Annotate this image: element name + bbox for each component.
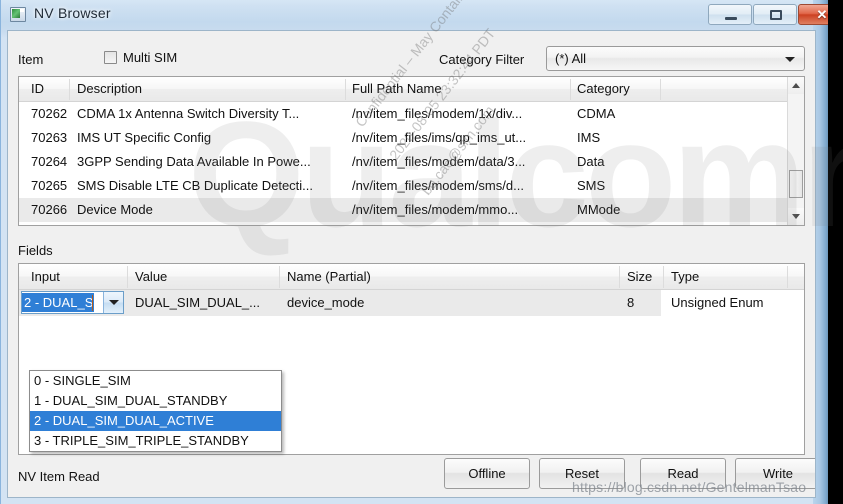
item-id-cell: 70262 bbox=[31, 106, 68, 121]
field-column-header[interactable]: Type bbox=[671, 269, 699, 284]
field-size-cell: 8 bbox=[627, 295, 635, 310]
item-id-cell: 70265 bbox=[31, 178, 68, 193]
item-section-label: Item bbox=[18, 52, 44, 67]
item-path-cell: /nv/item_files/modem/data/3... bbox=[352, 154, 526, 169]
input-dropdown-list[interactable]: 0 - SINGLE_SIM 1 - DUAL_SIM_DUAL_STANDBY 2… bbox=[29, 370, 282, 452]
column-divider[interactable] bbox=[660, 79, 661, 100]
table-row[interactable]: 70263 IMS UT Specific Config/nv/item_file… bbox=[19, 126, 804, 150]
item-id-cell: 70266 bbox=[31, 202, 68, 217]
column-divider[interactable] bbox=[570, 79, 571, 100]
dropdown-option[interactable]: 3 - TRIPLE_SIM_TRIPLE_STANDBY bbox=[30, 431, 281, 451]
nv-item-table[interactable]: ID Description Full Path Name Category 7026… bbox=[18, 76, 805, 226]
multi-sim-checkbox-group[interactable]: Multi SIM bbox=[104, 50, 177, 65]
monitor-highlight-glyph bbox=[20, 9, 24, 12]
item-list-vertical-scrollbar[interactable] bbox=[787, 77, 804, 225]
minimize-icon bbox=[725, 17, 737, 20]
read-button[interactable]: Read bbox=[640, 458, 726, 489]
input-value-text: 2 - DUAL_S bbox=[22, 293, 95, 312]
close-button[interactable]: ✕ bbox=[798, 4, 828, 25]
fields-section-label: Fields bbox=[18, 243, 53, 258]
column-divider[interactable] bbox=[619, 266, 620, 288]
item-path-cell: /nv/item_files/modem/mmo... bbox=[352, 202, 519, 217]
table-row[interactable]: 70262 CDMA 1x Antenna Switch Diversity T.… bbox=[19, 102, 804, 126]
nv-browser-window: NV Browser ✕ Item Multi SIM Category Fil… bbox=[0, 0, 828, 504]
scroll-up-button[interactable] bbox=[788, 77, 804, 94]
field-column-header[interactable]: Value bbox=[135, 269, 167, 284]
client-area: Item Multi SIM Category Filter (*) All I… bbox=[7, 30, 816, 498]
input-dropdown-button[interactable] bbox=[103, 292, 123, 313]
dropdown-option[interactable]: 2 - DUAL_SIM_DUAL_ACTIVE bbox=[30, 411, 281, 431]
fields-table-row[interactable]: 2 - DUAL_S DUAL_SIM_DUAL_... device_mode… bbox=[19, 290, 804, 316]
chevron-down-icon bbox=[785, 57, 795, 62]
maximize-button[interactable] bbox=[753, 4, 797, 25]
window-title: NV Browser bbox=[34, 5, 111, 21]
write-button[interactable]: Write bbox=[735, 458, 815, 489]
item-column-header[interactable]: Full Path Name bbox=[352, 81, 442, 96]
item-description-cell: IMS UT Specific Config bbox=[77, 130, 212, 145]
reset-button[interactable]: Reset bbox=[539, 458, 625, 489]
triangle-down-icon bbox=[792, 214, 800, 219]
monitor-icon bbox=[10, 7, 26, 22]
close-icon: ✕ bbox=[816, 6, 828, 22]
category-filter-dropdown[interactable]: (*) All bbox=[546, 46, 805, 71]
input-value-combobox[interactable]: 2 - DUAL_S bbox=[21, 291, 124, 314]
field-type-cell: Unsigned Enum bbox=[671, 295, 764, 310]
fields-table[interactable]: Input Value Name (Partial) Size Type 2 - DUA… bbox=[18, 263, 805, 455]
item-column-header[interactable]: Description bbox=[77, 81, 142, 96]
item-category-cell: Data bbox=[577, 154, 605, 169]
maximize-icon bbox=[770, 10, 782, 20]
multi-sim-checkbox[interactable] bbox=[104, 51, 117, 64]
scroll-down-button[interactable] bbox=[788, 208, 804, 225]
column-divider[interactable] bbox=[279, 266, 280, 288]
offline-button[interactable]: Offline bbox=[444, 458, 530, 489]
item-description-cell: 3GPP Sending Data Available In Powe... bbox=[77, 154, 311, 169]
dropdown-option[interactable]: 1 - DUAL_SIM_DUAL_STANDBY bbox=[30, 391, 281, 411]
item-category-cell: IMS bbox=[577, 130, 601, 145]
fields-table-header: Input Value Name (Partial) Size Type bbox=[19, 264, 804, 290]
category-filter-value: (*) All bbox=[555, 51, 587, 66]
column-divider[interactable] bbox=[787, 266, 788, 288]
table-row[interactable]: 70266 Device Mode/nv/item_files/modem/mmo… bbox=[19, 198, 804, 222]
table-row[interactable]: 70265 SMS Disable LTE CB Duplicate Detect… bbox=[19, 174, 804, 198]
field-column-header[interactable]: Name (Partial) bbox=[287, 269, 371, 284]
field-column-header[interactable]: Size bbox=[627, 269, 652, 284]
item-id-cell: 70263 bbox=[31, 130, 68, 145]
column-divider[interactable] bbox=[127, 266, 128, 288]
item-column-header[interactable]: ID bbox=[31, 81, 44, 96]
table-row[interactable]: 70264 3GPP Sending Data Available In Powe… bbox=[19, 150, 804, 174]
multi-sim-label: Multi SIM bbox=[123, 50, 178, 65]
column-divider[interactable] bbox=[345, 79, 346, 100]
chevron-down-icon bbox=[108, 300, 119, 305]
item-column-header[interactable]: Category bbox=[577, 81, 630, 96]
title-bar[interactable]: NV Browser ✕ bbox=[1, 0, 828, 30]
text-caret bbox=[92, 295, 93, 311]
column-divider[interactable] bbox=[69, 79, 70, 100]
dropdown-option[interactable]: 0 - SINGLE_SIM bbox=[30, 371, 281, 391]
item-description-cell: Device Mode bbox=[77, 202, 153, 217]
item-description-cell: SMS Disable LTE CB Duplicate Detecti... bbox=[77, 178, 314, 193]
column-divider[interactable] bbox=[663, 266, 664, 288]
item-id-cell: 70264 bbox=[31, 154, 68, 169]
field-name-cell: device_mode bbox=[287, 295, 365, 310]
minimize-button[interactable] bbox=[708, 4, 752, 25]
triangle-up-icon bbox=[792, 83, 800, 88]
category-filter-label: Category Filter bbox=[439, 52, 525, 67]
nv-item-table-header: ID Description Full Path Name Category bbox=[19, 77, 804, 102]
item-path-cell: /nv/item_files/ims/qp_ims_ut... bbox=[352, 130, 527, 145]
status-bar-message: NV Item Read bbox=[18, 469, 100, 484]
field-value-cell: DUAL_SIM_DUAL_... bbox=[135, 295, 260, 310]
monitor-screen-glyph bbox=[12, 9, 20, 18]
screen-background bbox=[828, 0, 843, 504]
item-category-cell: MMode bbox=[577, 202, 621, 217]
item-path-cell: /nv/item_files/modem/sms/d... bbox=[352, 178, 524, 193]
item-path-cell: /nv/item_files/modem/1x/div... bbox=[352, 106, 523, 121]
item-category-cell: SMS bbox=[577, 178, 606, 193]
item-category-cell: CDMA bbox=[577, 106, 616, 121]
scrollbar-thumb[interactable] bbox=[789, 170, 803, 198]
item-description-cell: CDMA 1x Antenna Switch Diversity T... bbox=[77, 106, 300, 121]
field-column-header[interactable]: Input bbox=[31, 269, 60, 284]
